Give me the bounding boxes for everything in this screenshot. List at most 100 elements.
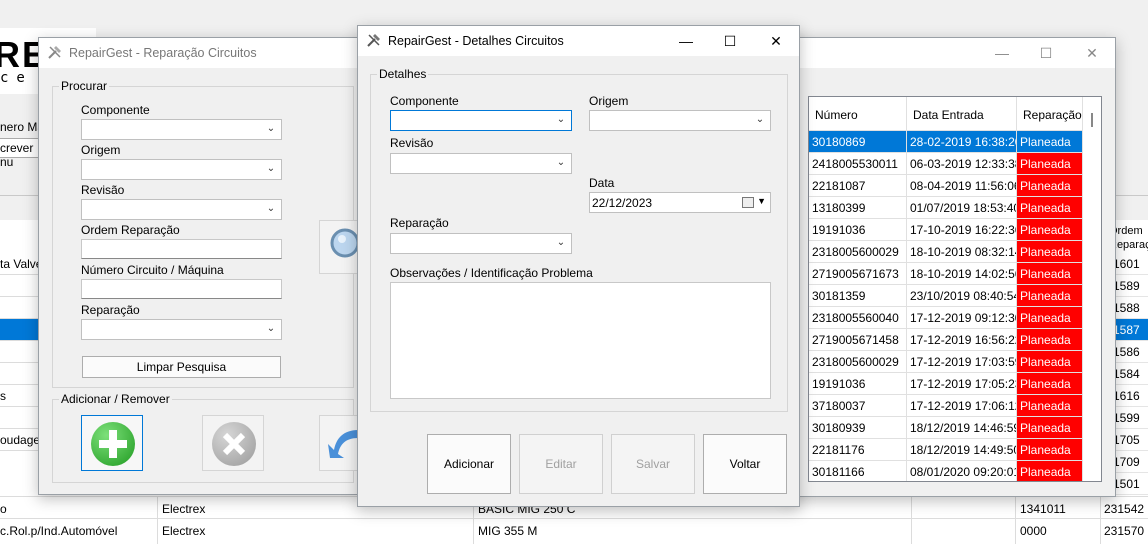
- cell-data-entrada[interactable]: 28-02-2019 16:38:20: [907, 131, 1017, 153]
- cell-reparacao[interactable]: Planeada: [1017, 351, 1083, 373]
- salvar-button[interactable]: Salvar: [611, 434, 695, 494]
- cell-data-entrada[interactable]: 18/12/2019 14:46:59: [907, 417, 1017, 439]
- cell-numero[interactable]: 2318005560040: [809, 307, 907, 329]
- cell-data-entrada[interactable]: 23/10/2019 08:40:54: [907, 285, 1017, 307]
- cell-data-entrada[interactable]: 06-03-2019 12:33:38: [907, 153, 1017, 175]
- search-window-titlebar[interactable]: RepairGest - Reparação Circuitos: [39, 38, 359, 68]
- cell-numero[interactable]: 2418005530011: [809, 153, 907, 175]
- column-header-data-entrada[interactable]: Data Entrada: [907, 97, 1017, 131]
- cell-numero[interactable]: 2719005671458: [809, 329, 907, 351]
- cell-numero[interactable]: 30181166: [809, 461, 907, 481]
- bg-search-input[interactable]: crever nu: [0, 138, 40, 169]
- table-row[interactable]: 22181176 18/12/2019 14:49:50 Planeada: [809, 439, 1101, 461]
- grid-vertical-scrollbar[interactable]: [1083, 97, 1101, 481]
- cell-reparacao[interactable]: Planeada: [1017, 373, 1083, 395]
- cell-data-entrada[interactable]: 01/07/2019 18:53:40: [907, 197, 1017, 219]
- cell-data-entrada[interactable]: 17-10-2019 16:22:36: [907, 219, 1017, 241]
- voltar-button[interactable]: Voltar: [703, 434, 787, 494]
- cell-numero[interactable]: 30180939: [809, 417, 907, 439]
- cell-numero[interactable]: 30180869: [809, 131, 907, 153]
- minimize-icon[interactable]: —: [987, 42, 1017, 64]
- cell-numero[interactable]: 22181087: [809, 175, 907, 197]
- grid-window-titlebar[interactable]: — ☐ ✕: [787, 38, 1115, 68]
- table-row[interactable]: 30181359 23/10/2019 08:40:54 Planeada: [809, 285, 1101, 307]
- minimize-icon[interactable]: —: [671, 30, 701, 52]
- table-row[interactable]: 22181087 08-04-2019 11:56:06 Planeada: [809, 175, 1101, 197]
- observacoes-textarea[interactable]: [390, 282, 771, 399]
- table-row[interactable]: 13180399 01/07/2019 18:53:40 Planeada: [809, 197, 1101, 219]
- table-row[interactable]: 30181166 08/01/2020 09:20:01 Planeada: [809, 461, 1101, 481]
- remove-button[interactable]: [202, 415, 264, 471]
- date-picker[interactable]: 22/12/2023 ▼: [589, 192, 771, 213]
- table-row[interactable]: 30180869 28-02-2019 16:38:20 Planeada: [809, 131, 1101, 153]
- reparacao-dropdown[interactable]: ⌄: [81, 319, 282, 340]
- maximize-icon[interactable]: ☐: [1031, 42, 1061, 64]
- cell-reparacao[interactable]: Planeada: [1017, 307, 1083, 329]
- cell-reparacao[interactable]: Planeada: [1017, 329, 1083, 351]
- cell-numero[interactable]: 22181176: [809, 439, 907, 461]
- origem-dropdown[interactable]: ⌄: [81, 159, 282, 180]
- numero-circuito-input[interactable]: [81, 279, 282, 299]
- cell-reparacao[interactable]: Planeada: [1017, 263, 1083, 285]
- cell-reparacao[interactable]: Planeada: [1017, 395, 1083, 417]
- reparacao-dropdown[interactable]: ⌄: [390, 233, 572, 254]
- cell-data-entrada[interactable]: 18-10-2019 14:02:56: [907, 263, 1017, 285]
- cell-numero[interactable]: 2719005671673: [809, 263, 907, 285]
- close-icon[interactable]: ✕: [761, 30, 791, 52]
- componente-dropdown[interactable]: ⌄: [390, 110, 572, 131]
- cell-reparacao[interactable]: Planeada: [1017, 285, 1083, 307]
- cell-data-entrada[interactable]: 18/12/2019 14:49:50: [907, 439, 1017, 461]
- table-row[interactable]: 2318005600029 18-10-2019 08:32:14 Planeada: [809, 241, 1101, 263]
- cell-data-entrada[interactable]: 17-12-2019 16:56:22: [907, 329, 1017, 351]
- table-row[interactable]: c.Rol.p/Ind.Automóvel Electrex MIG 355 M…: [0, 518, 1148, 540]
- cell-numero[interactable]: 37180037: [809, 395, 907, 417]
- table-row[interactable]: 19191036 17-10-2019 16:22:36 Planeada: [809, 219, 1101, 241]
- editar-button[interactable]: Editar: [519, 434, 603, 494]
- table-row[interactable]: 2418005530011 06-03-2019 12:33:38 Planeada: [809, 153, 1101, 175]
- close-icon[interactable]: ✕: [1077, 42, 1107, 64]
- cell-data-entrada[interactable]: 17-12-2019 17:03:59: [907, 351, 1017, 373]
- column-header-reparacao[interactable]: Reparação: [1017, 97, 1083, 131]
- cell-numero[interactable]: 19191036: [809, 373, 907, 395]
- cell-reparacao[interactable]: Planeada: [1017, 197, 1083, 219]
- table-row[interactable]: 19191036 17-12-2019 17:05:23 Planeada: [809, 373, 1101, 395]
- details-window-titlebar[interactable]: RepairGest - Detalhes Circuitos — ☐ ✕: [358, 26, 799, 56]
- caret-down-icon[interactable]: ▼: [757, 196, 766, 206]
- cell-data-entrada[interactable]: 17-12-2019 17:06:12: [907, 395, 1017, 417]
- ordem-reparacao-input[interactable]: [81, 239, 282, 259]
- origem-dropdown[interactable]: ⌄: [589, 110, 771, 131]
- cell-reparacao[interactable]: Planeada: [1017, 439, 1083, 461]
- column-header-numero[interactable]: Número: [809, 97, 907, 131]
- cell-data-entrada[interactable]: 18-10-2019 08:32:14: [907, 241, 1017, 263]
- cell-reparacao[interactable]: Planeada: [1017, 219, 1083, 241]
- cell-data-entrada[interactable]: 08/01/2020 09:20:01: [907, 461, 1017, 481]
- cell-data-entrada[interactable]: 17-12-2019 17:05:23: [907, 373, 1017, 395]
- cell-numero[interactable]: 19191036: [809, 219, 907, 241]
- cell-data-entrada[interactable]: 08-04-2019 11:56:06: [907, 175, 1017, 197]
- cell-reparacao[interactable]: Planeada: [1017, 417, 1083, 439]
- table-row[interactable]: 2719005671458 17-12-2019 16:56:22 Planeada: [809, 329, 1101, 351]
- table-row[interactable]: 37180037 17-12-2019 17:06:12 Planeada: [809, 395, 1101, 417]
- add-button[interactable]: [81, 415, 143, 471]
- cell-numero[interactable]: 30181359: [809, 285, 907, 307]
- table-row[interactable]: 2719005671673 18-10-2019 14:02:56 Planeada: [809, 263, 1101, 285]
- scrollbar-thumb[interactable]: [1091, 113, 1093, 127]
- revisao-dropdown[interactable]: ⌄: [81, 199, 282, 220]
- cell-numero[interactable]: 2318005600029: [809, 241, 907, 263]
- limpar-pesquisa-button[interactable]: Limpar Pesquisa: [82, 356, 281, 378]
- adicionar-button[interactable]: Adicionar: [427, 434, 511, 494]
- maximize-icon[interactable]: ☐: [715, 30, 745, 52]
- table-row[interactable]: 30180939 18/12/2019 14:46:59 Planeada: [809, 417, 1101, 439]
- cell-reparacao[interactable]: Planeada: [1017, 461, 1083, 481]
- cell-reparacao[interactable]: Planeada: [1017, 131, 1083, 153]
- cell-numero[interactable]: 2318005600029: [809, 351, 907, 373]
- cell-reparacao[interactable]: Planeada: [1017, 241, 1083, 263]
- table-row[interactable]: 2318005600029 17-12-2019 17:03:59 Planeada: [809, 351, 1101, 373]
- revisao-dropdown[interactable]: ⌄: [390, 153, 572, 174]
- cell-reparacao[interactable]: Planeada: [1017, 153, 1083, 175]
- cell-reparacao[interactable]: Planeada: [1017, 175, 1083, 197]
- calendar-icon[interactable]: [742, 197, 754, 208]
- table-row[interactable]: 2318005560040 17-12-2019 09:12:30 Planeada: [809, 307, 1101, 329]
- cell-data-entrada[interactable]: 17-12-2019 09:12:30: [907, 307, 1017, 329]
- componente-dropdown[interactable]: ⌄: [81, 119, 282, 140]
